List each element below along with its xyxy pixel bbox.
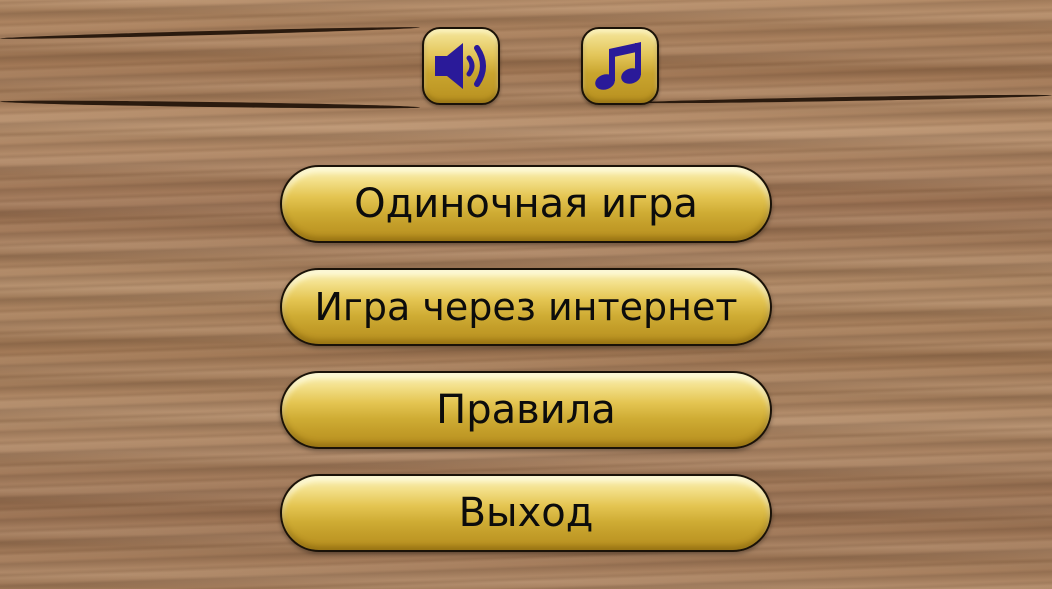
music-toggle-button[interactable]: [581, 27, 659, 105]
sound-toggle-button[interactable]: [422, 27, 500, 105]
speaker-icon: [435, 43, 486, 89]
single-player-button[interactable]: Одиночная игра: [280, 165, 772, 243]
online-play-label: Игра через интернет: [314, 285, 738, 329]
online-play-button[interactable]: Игра через интернет: [280, 268, 772, 346]
music-note-icon: [595, 42, 641, 90]
single-player-label: Одиночная игра: [354, 181, 698, 227]
exit-label: Выход: [458, 490, 594, 536]
exit-button[interactable]: Выход: [280, 474, 772, 552]
rules-button[interactable]: Правила: [280, 371, 772, 449]
rules-label: Правила: [436, 387, 616, 433]
